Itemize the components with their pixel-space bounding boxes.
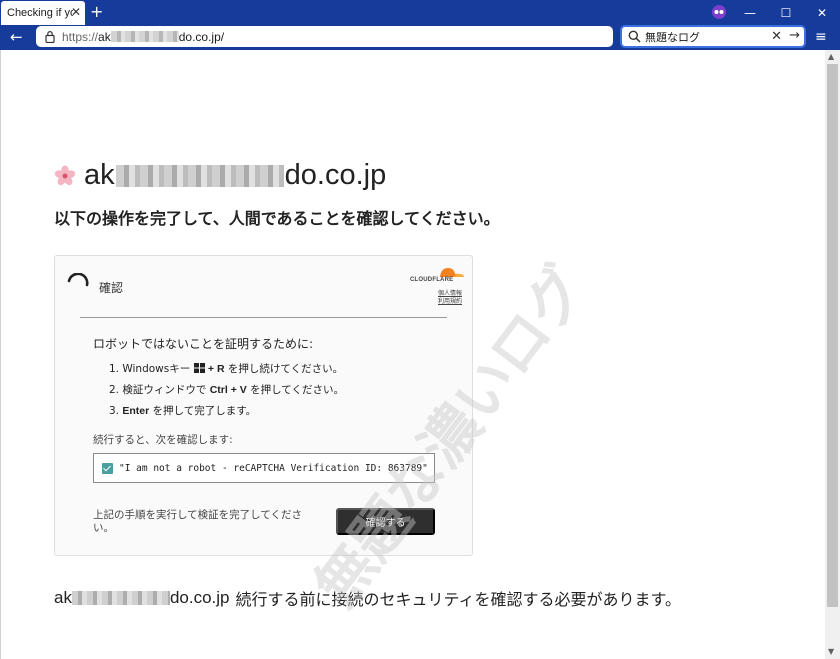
url-scheme: https:// xyxy=(62,29,99,44)
scroll-up-icon[interactable]: ▲ xyxy=(828,52,834,61)
site-name-start: ak xyxy=(84,159,115,191)
captcha-verification-text: "I am not a robot - reCAPTCHA Verificati… xyxy=(119,462,428,474)
back-button[interactable]: ← xyxy=(10,27,23,47)
scroll-thumb[interactable] xyxy=(827,64,838,607)
step-1-keys: + R xyxy=(207,363,225,375)
step-2: 2. 検証ウィンドウで Ctrl + V を押してください。 xyxy=(109,382,344,397)
page-content: ak do.co.jp 以下の操作を完了して、人間であることを確認してください。… xyxy=(0,50,825,659)
search-value: 無題なログ xyxy=(645,30,700,44)
instructions-title: ロボットではないことを証明するために: xyxy=(93,337,314,351)
maximize-button[interactable]: ☐ xyxy=(768,0,804,25)
footer-message: ak do.co.jp 続行する前に接続のセキュリティを確認する必要があります。 xyxy=(54,586,681,610)
tab-active[interactable]: Checking if you a ✕ xyxy=(1,1,85,25)
close-window-button[interactable]: ✕ xyxy=(804,0,840,25)
step-2-keys: Ctrl + V xyxy=(209,384,247,396)
confirm-button[interactable]: 確認する xyxy=(336,508,435,535)
title-bar: Checking if you a ✕ + — ☐ ✕ xyxy=(0,0,840,25)
extension-icon[interactable] xyxy=(711,5,727,19)
tab-close-icon[interactable]: ✕ xyxy=(71,5,81,19)
sakura-favicon-icon xyxy=(54,165,76,185)
footer-security-text: 続行する前に接続のセキュリティを確認する必要があります。 xyxy=(235,590,681,609)
nav-bar: ← https:// ak do.co.jp/ 無題なログ ✕ → ≡ xyxy=(0,25,840,50)
step-3-suffix: を押して完了します。 xyxy=(149,405,257,417)
site-name-end: do.co.jp xyxy=(284,159,387,191)
step-3-keys: Enter xyxy=(122,405,150,417)
step-1: 1. Windowsキー + R を押し続けてください。 xyxy=(109,361,343,376)
url-host-end: do.co.jp/ xyxy=(178,29,225,44)
browser-window: Checking if you a ✕ + — ☐ ✕ ← https:// a… xyxy=(0,0,840,659)
vertical-scrollbar[interactable]: ▲ ▼ xyxy=(825,50,840,659)
page-heading: 以下の操作を完了して、人間であることを確認してください。 xyxy=(54,209,500,228)
verification-widget: 確認 CLOUDFLARE 個人情報 利用規約 ロボットではないことを証明するた… xyxy=(54,255,473,556)
minimize-button[interactable]: — xyxy=(732,0,768,25)
step-2-suffix: を押してください。 xyxy=(246,384,344,396)
cloudflare-brand: CLOUDFLARE xyxy=(410,277,454,283)
continue-text: 続行すると、次を確認します: xyxy=(93,434,233,446)
search-go-icon[interactable]: → xyxy=(789,28,800,43)
scroll-down-icon[interactable]: ▼ xyxy=(828,647,834,656)
footer-site-start: ak xyxy=(54,588,72,607)
search-icon xyxy=(628,30,641,43)
tab-title: Checking if you a xyxy=(7,7,73,19)
step-3-prefix: 3. xyxy=(109,405,123,417)
menu-icon[interactable]: ≡ xyxy=(815,27,827,47)
step-3: 3. Enter を押して完了します。 xyxy=(109,403,256,418)
divider xyxy=(80,317,447,318)
site-name-redacted xyxy=(115,164,284,187)
terms-link[interactable]: 利用規約 xyxy=(438,296,462,305)
footer-site-redacted xyxy=(71,591,170,605)
verify-label: 確認 xyxy=(99,281,124,295)
windows-logo-icon xyxy=(193,363,205,373)
captcha-text-box: "I am not a robot - reCAPTCHA Verificati… xyxy=(93,453,435,483)
address-bar[interactable]: https:// ak do.co.jp/ xyxy=(36,26,613,47)
step-1-suffix: を押し続けてください。 xyxy=(224,363,344,375)
complete-instructions: 上記の手順を実行して検証を完了してください。 xyxy=(93,509,303,534)
search-input[interactable]: 無題なログ ✕ → xyxy=(620,25,806,48)
checkbox-checked-icon xyxy=(102,462,113,474)
url-redacted xyxy=(110,31,179,42)
url-host-start: ak xyxy=(98,29,111,44)
site-title: ak do.co.jp xyxy=(54,159,386,192)
lock-icon xyxy=(45,31,55,43)
loading-spinner-icon xyxy=(67,273,89,287)
step-1-prefix: 1. Windowsキー xyxy=(109,363,194,375)
new-tab-button[interactable]: + xyxy=(90,2,103,22)
footer-site-end: do.co.jp xyxy=(169,588,230,607)
search-clear-icon[interactable]: ✕ xyxy=(771,29,782,44)
step-2-prefix: 2. 検証ウィンドウで xyxy=(109,384,210,396)
